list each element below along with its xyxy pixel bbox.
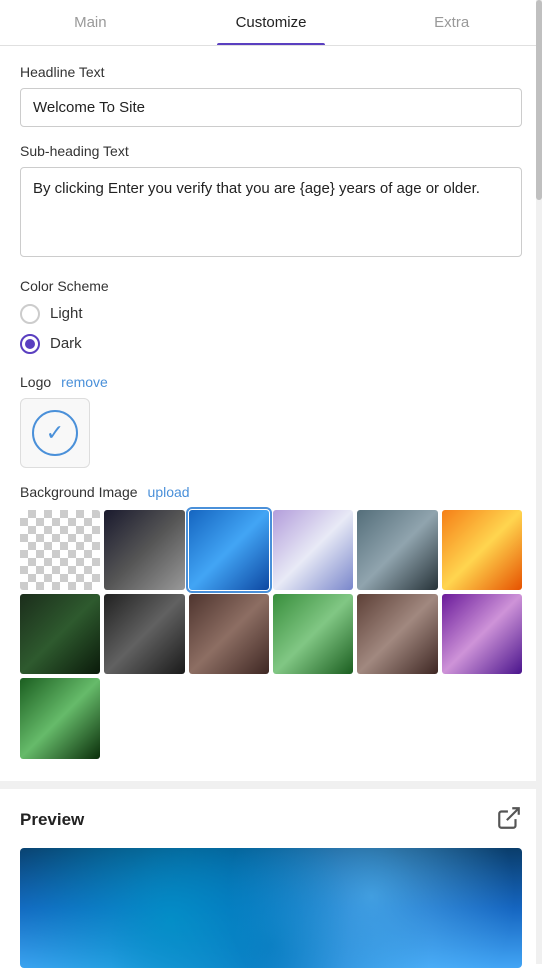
- thumb-dark-plant[interactable]: [20, 594, 100, 674]
- headline-label: Headline Text: [20, 64, 522, 80]
- thumb-purple-flower[interactable]: [442, 594, 522, 674]
- thumb-bottles[interactable]: [189, 594, 269, 674]
- radio-label-light: Light: [50, 305, 83, 322]
- color-scheme-label: Color Scheme: [20, 278, 522, 294]
- checkmark-icon: ✓: [46, 420, 64, 446]
- image-grid-row1: [20, 510, 522, 590]
- tab-extra[interactable]: Extra: [361, 0, 542, 45]
- customize-content: Headline Text Sub-heading Text Color Sch…: [0, 46, 542, 781]
- preview-image: [20, 848, 522, 968]
- thumb-vineyard[interactable]: [273, 594, 353, 674]
- image-grid-row2: [20, 594, 522, 674]
- headline-input[interactable]: [20, 88, 522, 127]
- scrollbar-thumb[interactable]: [536, 0, 542, 200]
- subheading-label: Sub-heading Text: [20, 143, 522, 159]
- thumb-wine-glass[interactable]: [357, 594, 437, 674]
- subheading-input[interactable]: [20, 167, 522, 257]
- image-grid-row3: [20, 678, 522, 758]
- thumb-checker[interactable]: [20, 510, 100, 590]
- scrollbar-track[interactable]: [536, 0, 542, 964]
- radio-dark[interactable]: Dark: [20, 334, 522, 354]
- radio-label-dark: Dark: [50, 335, 82, 352]
- thumb-tunnel[interactable]: [104, 510, 184, 590]
- preview-image-inner: [20, 848, 522, 968]
- background-image-label: Background Image: [20, 484, 138, 500]
- tab-customize[interactable]: Customize: [181, 0, 362, 45]
- preview-section: Preview: [0, 789, 542, 968]
- radio-circle-light[interactable]: [20, 304, 40, 324]
- color-scheme-group: Light Dark: [20, 304, 522, 354]
- upload-link[interactable]: upload: [148, 484, 190, 500]
- external-link-button[interactable]: [496, 805, 522, 836]
- logo-remove-link[interactable]: remove: [61, 374, 108, 390]
- radio-inner-dark: [25, 339, 35, 349]
- background-image-header: Background Image upload: [20, 484, 522, 500]
- preview-title: Preview: [20, 810, 84, 830]
- thumb-sunset[interactable]: [442, 510, 522, 590]
- thumb-cannabis[interactable]: [20, 678, 100, 758]
- logo-header: Logo remove: [20, 374, 522, 390]
- section-divider: [0, 781, 542, 789]
- tabs-bar: Main Customize Extra: [0, 0, 542, 46]
- thumb-blue[interactable]: [189, 510, 269, 590]
- radio-light[interactable]: Light: [20, 304, 522, 324]
- tab-main[interactable]: Main: [0, 0, 181, 45]
- logo-label: Logo: [20, 374, 51, 390]
- thumb-purple-mist[interactable]: [273, 510, 353, 590]
- radio-circle-dark[interactable]: [20, 334, 40, 354]
- logo-preview: ✓: [20, 398, 90, 468]
- logo-icon: ✓: [32, 410, 78, 456]
- thumb-dark-smoke[interactable]: [104, 594, 184, 674]
- thumb-smoke[interactable]: [357, 510, 437, 590]
- preview-header: Preview: [20, 805, 522, 836]
- logo-section: Logo remove ✓: [20, 374, 522, 468]
